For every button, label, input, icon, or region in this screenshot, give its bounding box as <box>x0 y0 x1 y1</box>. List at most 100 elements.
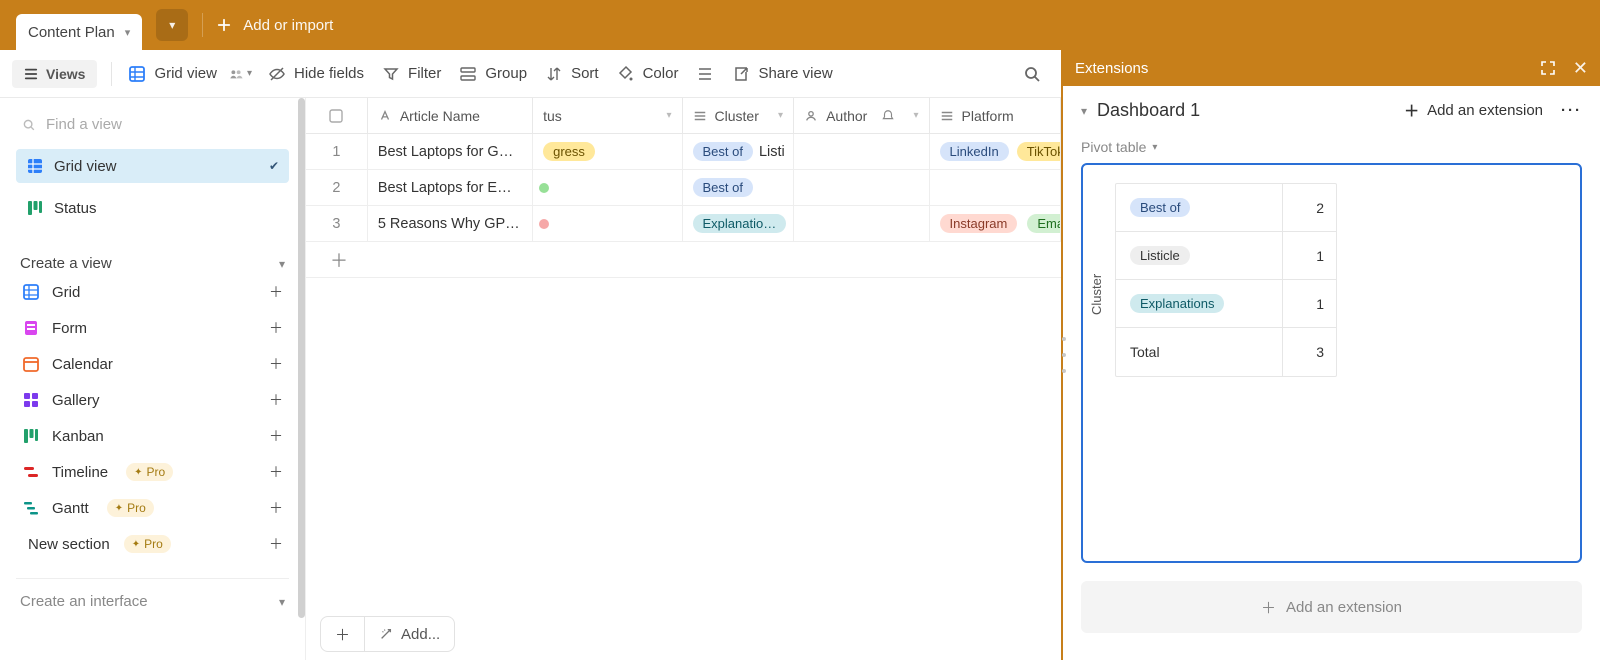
plus-icon: ＋ <box>335 624 350 645</box>
pivot-table-widget[interactable]: Cluster Best of 2 Listicle 1 Explanation… <box>1081 163 1582 563</box>
plus-icon[interactable]: ＋ <box>269 498 283 518</box>
cell-author[interactable] <box>794 134 929 169</box>
add-extension-button[interactable]: ＋ Add an extension <box>1404 100 1543 121</box>
sort-button[interactable]: Sort <box>543 61 601 87</box>
column-header-author[interactable]: Author ▾ <box>794 98 929 133</box>
filter-icon <box>382 65 400 83</box>
pivot-row: Explanations 1 <box>1116 280 1336 328</box>
filter-button[interactable]: Filter <box>380 61 443 87</box>
chevron-down-icon[interactable]: ▾ <box>125 26 131 39</box>
chevron-down-icon[interactable]: ▾ <box>914 110 919 121</box>
current-view-selector[interactable]: Grid view <box>126 61 219 87</box>
table-row[interactable]: 3 5 Reasons Why GP… Explanatio… Instagra… <box>306 206 1061 242</box>
table-row[interactable]: 1 Best Laptops for G… gress Best ofListi… <box>306 134 1061 170</box>
cell-author[interactable] <box>794 170 929 205</box>
view-type-label: Gantt <box>52 500 89 517</box>
table-dropdown-button[interactable]: ▾ <box>156 9 188 41</box>
add-or-import-button[interactable]: Add or import <box>217 17 333 34</box>
view-toolbar: Views Grid view ▾ Hide fields <box>0 50 1061 98</box>
cell-platform[interactable] <box>930 170 1061 205</box>
cell-cluster[interactable]: Explanatio… <box>683 206 795 241</box>
platform-tag: Emai <box>1027 214 1061 233</box>
create-view-kanban[interactable]: Kanban ＋ <box>16 418 289 454</box>
chevron-down-icon: ▾ <box>279 257 285 271</box>
cell-article-name[interactable]: Best Laptops for G… <box>368 134 533 169</box>
cluster-tag-overflow: Listi <box>759 144 785 160</box>
find-view-placeholder: Find a view <box>46 116 122 133</box>
add-row-button[interactable]: ＋ <box>306 242 1061 278</box>
plus-icon[interactable]: ＋ <box>269 462 283 482</box>
row-number: 2 <box>306 170 368 205</box>
create-view-timeline[interactable]: TimelinePro ＋ <box>16 454 289 490</box>
create-view-gantt[interactable]: GanttPro ＋ <box>16 490 289 526</box>
more-icon[interactable]: ··· <box>1561 102 1582 119</box>
cell-platform[interactable]: LinkedInTikTok <box>930 134 1061 169</box>
table-row[interactable]: 2 Best Laptops for E… Best of <box>306 170 1061 206</box>
cell-article-name[interactable]: Best Laptops for E… <box>368 170 533 205</box>
cluster-tag: Explanatio… <box>693 214 787 233</box>
search-button[interactable] <box>1023 65 1049 83</box>
check-icon: ✔ <box>269 159 279 173</box>
create-view-header[interactable]: Create a view ▾ <box>16 253 289 274</box>
add-menu-button[interactable]: Add... <box>365 616 455 652</box>
cell-article-name[interactable]: 5 Reasons Why GP… <box>368 206 533 241</box>
cell-cluster[interactable]: Best of Listi <box>683 134 795 169</box>
column-header-article-name[interactable]: Article Name <box>368 98 533 133</box>
column-label: Cluster <box>715 108 759 124</box>
create-view-calendar[interactable]: Calendar ＋ <box>16 346 289 382</box>
cluster-tag: Best of <box>693 178 753 197</box>
select-all-checkbox[interactable] <box>306 98 368 133</box>
create-view-gallery[interactable]: Gallery ＋ <box>16 382 289 418</box>
view-sharing-badge[interactable]: ▾ <box>229 67 252 81</box>
plus-icon[interactable]: ＋ <box>269 354 283 374</box>
column-header-status[interactable]: tus ▾ <box>533 98 682 133</box>
cell-author[interactable] <box>794 206 929 241</box>
group-label: Group <box>485 65 527 82</box>
add-extension-placeholder[interactable]: ＋ Add an extension <box>1081 581 1582 633</box>
pivot-table: Best of 2 Listicle 1 Explanations 1 To <box>1115 183 1337 377</box>
cell-status[interactable] <box>533 206 682 241</box>
expand-icon[interactable] <box>1539 59 1557 77</box>
close-icon[interactable]: ✕ <box>1573 58 1588 79</box>
create-view-grid[interactable]: Grid ＋ <box>16 274 289 310</box>
group-button[interactable]: Group <box>457 61 529 87</box>
create-interface-header[interactable]: Create an interface ▾ <box>16 589 289 614</box>
plus-icon[interactable]: ＋ <box>269 390 283 410</box>
plus-icon[interactable]: ＋ <box>269 318 283 338</box>
cluster-tag: Best of <box>693 142 753 161</box>
pivot-row-value: 1 <box>1282 232 1336 279</box>
column-header-platform[interactable]: Platform <box>930 98 1061 133</box>
dashboard-title[interactable]: Dashboard 1 <box>1097 100 1200 121</box>
resize-handle[interactable] <box>1062 337 1068 373</box>
checkbox-icon <box>329 109 343 123</box>
cell-status[interactable]: gress <box>533 134 682 169</box>
cell-platform[interactable]: InstagramEmai <box>930 206 1061 241</box>
views-button[interactable]: Views <box>12 60 97 88</box>
cell-status[interactable] <box>533 170 682 205</box>
chevron-down-icon[interactable]: ▾ <box>1081 104 1087 118</box>
color-button[interactable]: Color <box>615 61 681 87</box>
add-extension-label: Add an extension <box>1427 102 1543 119</box>
current-view-label: Grid view <box>154 65 217 82</box>
extensions-panel: Extensions ✕ ▾ Dashboard 1 ＋ Add an exte <box>1063 50 1600 660</box>
new-section-button[interactable]: New sectionPro ＋ <box>16 526 289 562</box>
plus-icon[interactable]: ＋ <box>269 534 283 554</box>
pivot-table-selector[interactable]: Pivot table ▾ <box>1081 139 1582 155</box>
hide-fields-button[interactable]: Hide fields <box>266 61 366 87</box>
plus-icon[interactable]: ＋ <box>269 426 283 446</box>
create-view-form[interactable]: Form ＋ <box>16 310 289 346</box>
plus-icon[interactable]: ＋ <box>269 282 283 302</box>
row-height-button[interactable] <box>694 61 716 87</box>
add-record-button[interactable]: ＋ <box>320 616 365 652</box>
chevron-down-icon[interactable]: ▾ <box>778 110 783 121</box>
view-item-grid-view[interactable]: Grid view ✔ <box>16 149 289 183</box>
column-header-cluster[interactable]: Cluster ▾ <box>683 98 795 133</box>
table-tab-active[interactable]: Content Plan ▾ <box>16 14 142 50</box>
chevron-down-icon[interactable]: ▾ <box>666 110 671 121</box>
cell-cluster[interactable]: Best of <box>683 170 795 205</box>
find-view-input[interactable]: Find a view <box>16 108 289 141</box>
view-item-status[interactable]: Status <box>16 191 289 225</box>
status-dot <box>539 219 549 229</box>
share-view-button[interactable]: Share view <box>730 61 834 87</box>
grid-icon <box>128 65 146 83</box>
